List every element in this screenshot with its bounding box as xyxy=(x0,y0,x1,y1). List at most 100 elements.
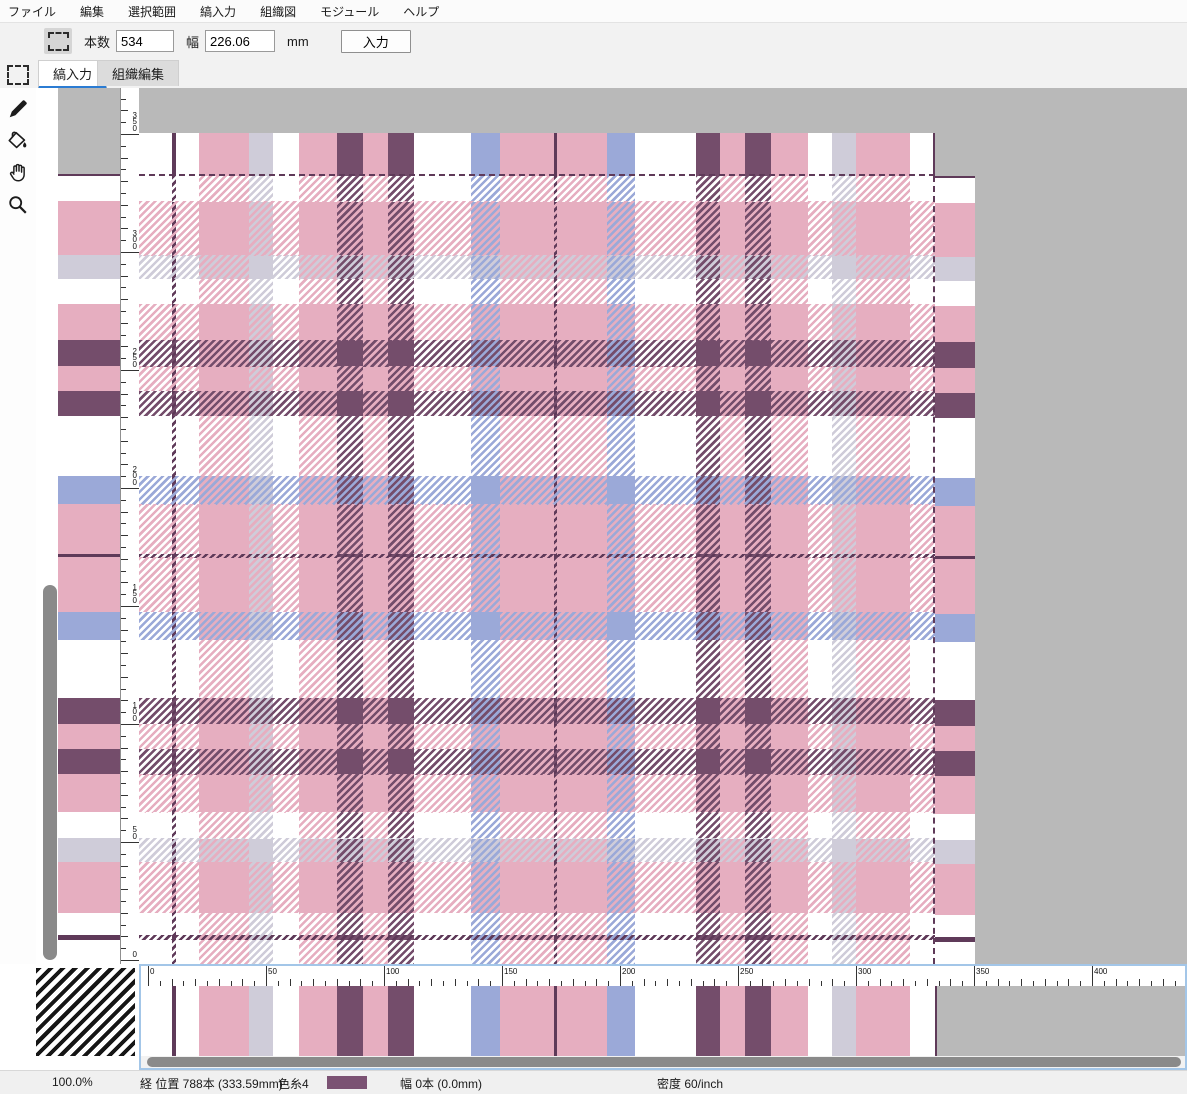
ruler-label: 250 xyxy=(133,349,137,369)
ruler-label: 350 xyxy=(976,967,989,976)
ruler-tick xyxy=(121,842,140,843)
menu-item-5[interactable]: モジュール xyxy=(320,3,379,20)
ruler-tick xyxy=(148,966,149,986)
warp-stripe xyxy=(607,986,636,1056)
menu-item-2[interactable]: 選択範囲 xyxy=(128,3,176,20)
ruler-tick xyxy=(121,110,128,111)
warp-stripe xyxy=(471,133,500,176)
weft-stripe xyxy=(935,942,975,964)
pencil-tool-button[interactable] xyxy=(5,96,31,122)
weft-stripe xyxy=(139,774,935,812)
weft-stripe xyxy=(139,366,935,391)
warp-color-strip[interactable] xyxy=(141,986,1185,1056)
warp-stripe xyxy=(771,133,808,176)
warp-stripe xyxy=(856,133,911,176)
ruler-tick xyxy=(121,512,128,513)
ruler-tick xyxy=(121,287,126,288)
warp-stripe xyxy=(500,986,555,1056)
status-bar: 100.0% 経 位置 788本 (333.59mm) 色糸4 幅 0本 (0.… xyxy=(0,1070,1187,1094)
ruler-tick xyxy=(121,252,140,253)
magnifier-icon xyxy=(7,194,29,216)
weft-stripe xyxy=(58,201,120,256)
ruler-tick xyxy=(121,523,126,524)
horizontal-scrollbar-track[interactable] xyxy=(141,1056,1185,1068)
ruler-tick xyxy=(121,311,126,312)
hand-tool-button[interactable] xyxy=(5,160,31,186)
input-button[interactable]: 入力 xyxy=(341,30,411,53)
weft-stripe xyxy=(139,940,935,964)
ruler-label: 250 xyxy=(740,967,753,976)
pattern-canvas[interactable] xyxy=(139,88,1187,964)
selection-dash-right xyxy=(933,176,935,964)
no-warp-area xyxy=(937,986,1185,1056)
count-input[interactable] xyxy=(116,30,174,52)
ruler-tick xyxy=(121,818,128,819)
ruler-label: 400 xyxy=(1094,967,1107,976)
warp-stripe xyxy=(199,133,250,176)
zoom-tool-button[interactable] xyxy=(5,192,31,218)
weft-stripe xyxy=(139,812,935,838)
ruler-tick xyxy=(121,370,140,371)
weft-stripe xyxy=(58,340,120,366)
vertical-scrollbar-thumb[interactable] xyxy=(43,585,57,960)
width-input[interactable] xyxy=(205,30,275,52)
ruler-label: 50 xyxy=(133,827,137,840)
ruler-tick xyxy=(903,979,904,986)
weft-stripe xyxy=(935,178,975,204)
hand-icon xyxy=(7,162,29,184)
menu-item-0[interactable]: ファイル xyxy=(8,3,56,20)
ruler-tick xyxy=(121,606,140,607)
tab-weave-edit[interactable]: 組織編集 xyxy=(97,60,179,86)
ruler-tick xyxy=(337,979,338,986)
weft-stripe xyxy=(935,814,975,840)
warp-stripe xyxy=(696,986,721,1056)
warp-stripe xyxy=(273,986,299,1056)
weft-stripe xyxy=(58,640,120,698)
selection-tool-button[interactable] xyxy=(44,28,72,54)
ruler-tick xyxy=(121,759,126,760)
ruler-tick xyxy=(121,889,128,890)
weft-stripe xyxy=(935,418,975,479)
menu-item-6[interactable]: ヘルプ xyxy=(403,3,439,20)
horizontal-scrollbar-thumb[interactable] xyxy=(147,1057,1181,1067)
selection-mode-button[interactable] xyxy=(6,64,30,86)
weft-stripe xyxy=(139,255,935,279)
warp-position: 経 位置 788本 (333.59mm) xyxy=(140,1075,283,1092)
paint-bucket-tool-button[interactable] xyxy=(5,128,31,154)
weft-stripe xyxy=(935,751,975,777)
weft-stripe xyxy=(58,304,120,341)
ruler-label: 0 xyxy=(150,967,154,976)
menu-item-1[interactable]: 編集 xyxy=(80,3,104,20)
ruler-tick xyxy=(620,966,621,986)
ruler-tick xyxy=(121,913,128,914)
menu-item-3[interactable]: 縞入力 xyxy=(200,3,236,20)
ruler-tick xyxy=(121,417,128,418)
weave-hatch-swatch[interactable] xyxy=(36,968,135,1056)
ruler-tick xyxy=(974,966,975,986)
ruler-label: 100 xyxy=(133,703,137,723)
menu-item-4[interactable]: 組織図 xyxy=(260,3,296,20)
ruler-tick xyxy=(1116,979,1117,986)
ruler-label: 150 xyxy=(133,585,137,605)
ruler-tick xyxy=(596,979,597,986)
ruler-label: 200 xyxy=(133,467,137,487)
density-info: 密度 60/inch xyxy=(657,1075,723,1092)
weft-stripe xyxy=(935,840,975,864)
no-weft-area xyxy=(58,88,120,174)
weft-stripe xyxy=(935,342,975,368)
weft-stripe xyxy=(139,838,935,862)
weft-stripe xyxy=(935,614,975,643)
ruler-tick xyxy=(121,464,128,465)
ruler-tick xyxy=(121,712,126,713)
weft-color-strip[interactable] xyxy=(58,88,120,964)
warp-strip-panel: 050100150200250300350400 xyxy=(139,964,1187,1070)
color-thread-label: 色糸4 xyxy=(278,1075,309,1092)
ruler-tick xyxy=(121,476,126,477)
ruler-tick xyxy=(408,979,409,986)
woven-pattern xyxy=(139,176,935,964)
warp-stripe xyxy=(910,986,936,1056)
ruler-tick xyxy=(121,960,140,961)
ruler-tick xyxy=(121,228,128,229)
ruler-tick xyxy=(714,979,715,986)
ruler-tick xyxy=(121,925,126,926)
